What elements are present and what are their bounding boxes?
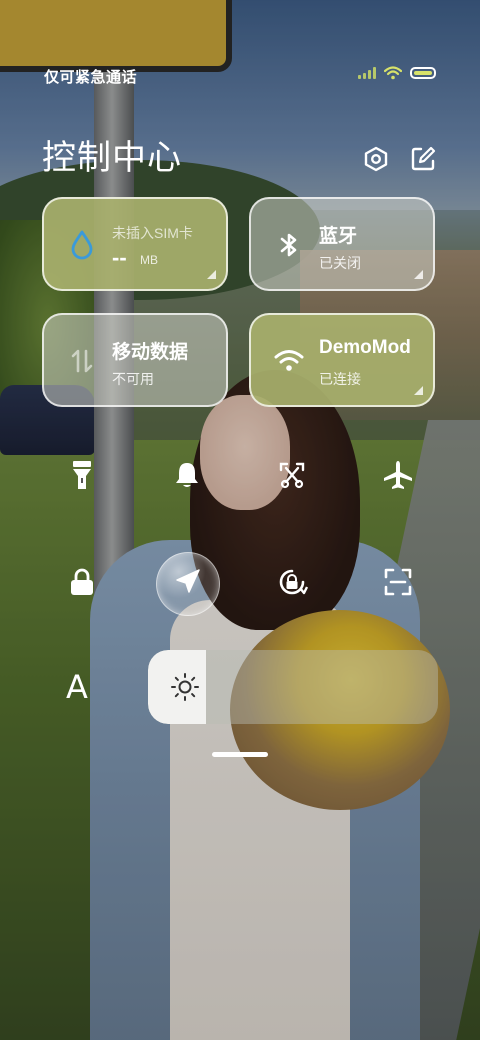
font-size-button[interactable]: A — [66, 668, 88, 706]
tile-bluetooth[interactable]: 蓝牙 已关闭 — [249, 197, 435, 291]
tile-label: 未插入SIM卡 — [112, 225, 193, 241]
toggle-scanner[interactable] — [370, 554, 426, 610]
tile-label: 蓝牙 — [319, 226, 358, 247]
tile-wifi[interactable]: DemoMod 已连接 — [249, 313, 435, 407]
data-drop-icon — [71, 230, 93, 260]
expand-corner-icon — [207, 270, 216, 279]
airplane-icon — [384, 461, 412, 489]
toggle-screenshot[interactable] — [264, 447, 320, 503]
wifi-icon — [274, 350, 304, 371]
toggle-flashlight[interactable] — [54, 447, 110, 503]
tile-status: 不可用 — [112, 371, 154, 387]
toggle-location[interactable] — [159, 554, 215, 610]
page-title: 控制中心 — [42, 139, 182, 177]
expand-corner-icon — [414, 270, 423, 279]
data-usage-unit: MB — [140, 253, 158, 267]
data-usage-value: -- — [112, 245, 127, 270]
location-icon — [176, 569, 200, 593]
toggle-lock-screen[interactable] — [54, 554, 110, 610]
tile-mobile-data[interactable]: 移动数据 不可用 — [42, 313, 228, 407]
lock-icon — [71, 568, 93, 595]
expand-corner-icon — [414, 386, 423, 395]
carrier-status: 仅可紧急通话 — [44, 69, 138, 86]
settings-hex-icon[interactable] — [363, 146, 389, 172]
edit-icon[interactable] — [410, 146, 436, 172]
brightness-slider[interactable] — [148, 650, 438, 724]
screenshot-scissors-icon — [279, 462, 305, 489]
tile-status: 已关闭 — [319, 255, 361, 271]
status-bar: 仅可紧急通话 — [0, 0, 480, 86]
drag-handle[interactable] — [212, 752, 268, 757]
mobile-data-icon — [71, 349, 93, 373]
auto-rotate-icon — [279, 569, 308, 595]
toggle-ring-mode[interactable] — [159, 447, 215, 503]
toggle-airplane-mode[interactable] — [370, 447, 426, 503]
tile-label: DemoMod — [319, 337, 411, 358]
sun-icon — [171, 673, 199, 701]
flashlight-icon — [73, 461, 91, 489]
tile-data-usage[interactable]: 未插入SIM卡 -- MB — [42, 197, 228, 291]
tile-status: 已连接 — [319, 371, 361, 387]
toggle-auto-rotate[interactable] — [264, 554, 320, 610]
wifi-icon — [384, 66, 402, 80]
battery-icon — [410, 67, 436, 79]
tile-label: 移动数据 — [112, 342, 189, 363]
scan-icon — [384, 568, 412, 596]
signal-bars-icon — [358, 67, 376, 79]
bell-icon — [176, 463, 198, 487]
bluetooth-icon — [280, 233, 297, 257]
